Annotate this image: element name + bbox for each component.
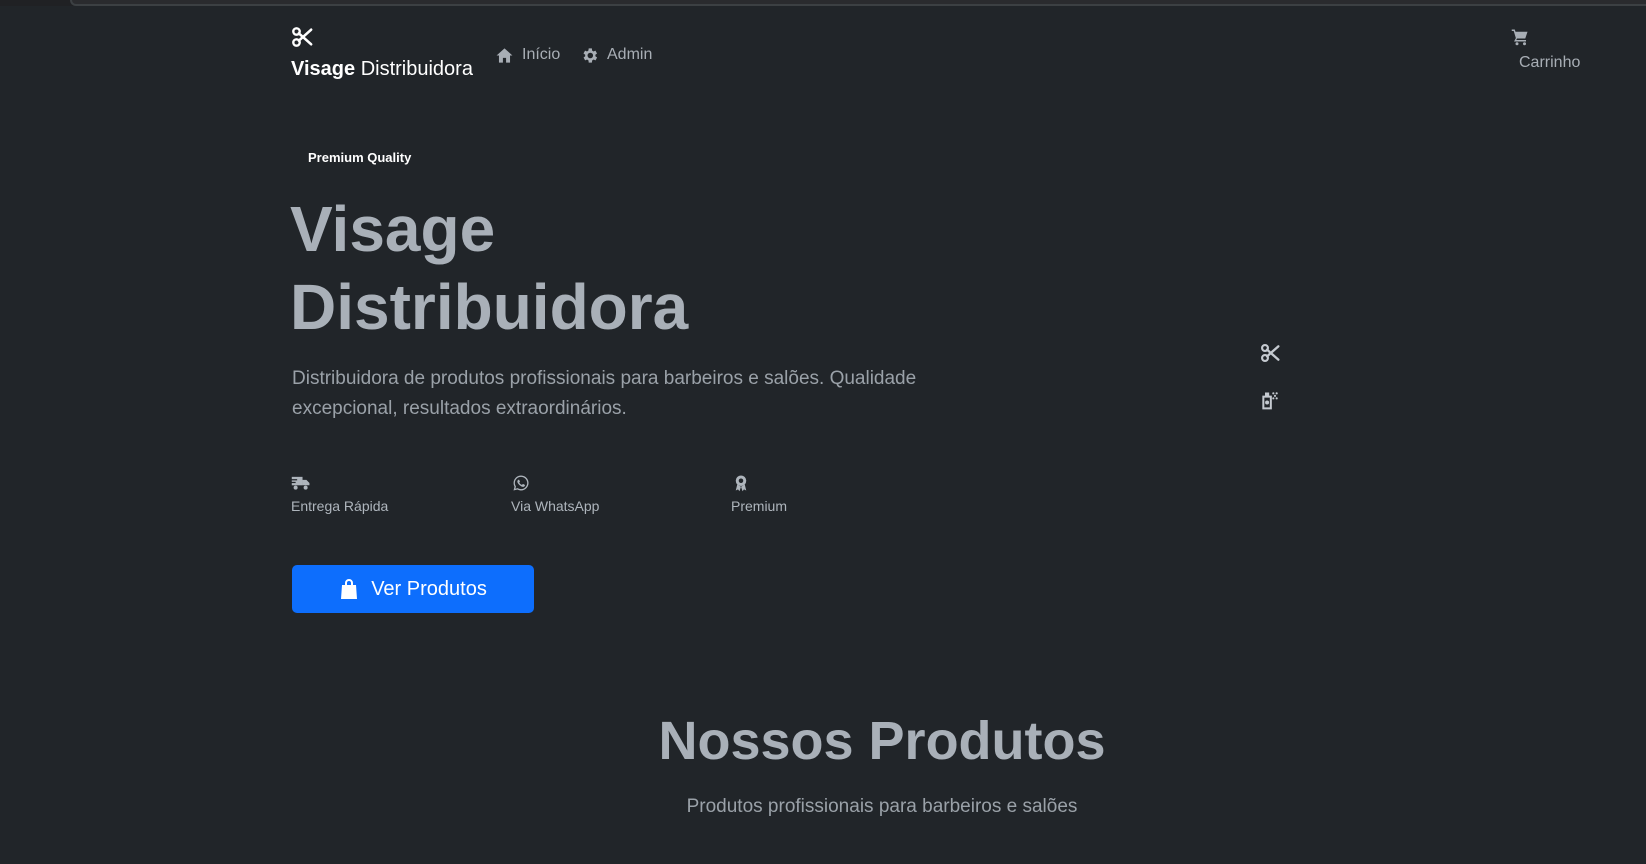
premium-badge: Premium Quality [308, 149, 412, 165]
brand-name-bold: Visage [291, 58, 356, 80]
award-icon [735, 475, 747, 492]
feature-whatsapp: Via WhatsApp [511, 474, 691, 514]
whatsapp-icon [513, 475, 529, 491]
hero-title-line2: Distribuidora [290, 271, 689, 343]
cart-label: Carrinho [1519, 54, 1581, 71]
hero-title-line1: Visage [290, 193, 496, 265]
feature-whatsapp-label: Via WhatsApp [511, 498, 600, 514]
feature-premium: Premium [731, 474, 911, 514]
cart-icon [1511, 29, 1528, 46]
hero-description: Distribuidora de produtos profissionais … [292, 368, 917, 419]
products-subtitle: Produtos profissionais para barbeiros e … [686, 796, 1078, 817]
nav-link-admin[interactable]: Admin [580, 42, 652, 68]
spray-bottle-icon [1262, 392, 1278, 410]
products-title: Nossos Produtos [658, 711, 1106, 771]
nav-link-inicio-label: Início [522, 46, 561, 63]
nav-link-admin-label: Admin [607, 46, 653, 63]
truck-icon [291, 476, 310, 490]
gear-icon [583, 47, 598, 63]
scissors-icon [1261, 344, 1280, 362]
brand-name-rest: Distribuidora [360, 58, 473, 80]
navbar: Visage Distribuidora Início Admin Carrin… [0, 6, 1646, 96]
shopping-bag-icon [341, 579, 358, 599]
view-products-label: Ver Produtos [371, 577, 487, 600]
feature-premium-label: Premium [731, 498, 788, 514]
brand-name: Visage Distribuidora [291, 58, 473, 81]
scissors-icon [292, 27, 313, 47]
view-products-button[interactable]: Ver Produtos [292, 565, 534, 613]
feature-delivery: Entrega Rápida [291, 474, 471, 514]
feature-delivery-label: Entrega Rápida [291, 498, 389, 514]
hero-title: Visage Distribuidora [290, 190, 990, 346]
nav-link-inicio[interactable]: Início [495, 42, 560, 68]
home-icon [496, 47, 513, 63]
